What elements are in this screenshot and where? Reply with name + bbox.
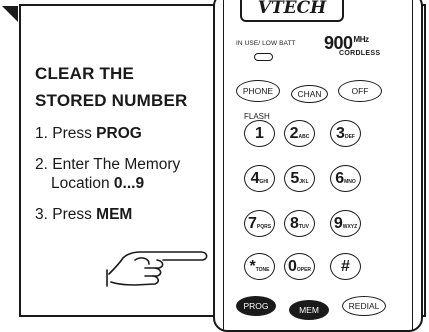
key-letters: MNO: [344, 178, 356, 185]
keypad-key[interactable]: 9 WXYZ: [330, 210, 361, 237]
keypad-key[interactable]: #: [330, 253, 361, 280]
key-letters: ABC: [298, 133, 310, 140]
key-digit: 8: [290, 214, 299, 232]
off-button-label: OFF: [351, 86, 369, 96]
keypad-key[interactable]: 1: [244, 120, 275, 147]
phone-button-label: PHONE: [242, 86, 274, 96]
model-unit: MHz: [353, 35, 369, 44]
mem-button[interactable]: MEM: [289, 300, 329, 320]
heading-line-2: STORED NUMBER: [35, 91, 188, 110]
key-letters: TUV: [298, 223, 309, 230]
step-3-key: MEM: [96, 206, 133, 223]
key-digit: 9: [333, 214, 343, 232]
key-digit: 6: [335, 169, 345, 187]
step-2-location-label: Location: [51, 175, 114, 192]
keypad-key[interactable]: 6 MNO: [330, 165, 361, 192]
chan-button[interactable]: CHAN: [291, 85, 328, 103]
steps-list: 1. Press PROG 2. Enter The Memory Locati…: [35, 124, 215, 224]
step-2-continued: Location 0...9: [35, 174, 215, 193]
key-digit: 2: [289, 124, 299, 142]
key-letters: WXYZ: [342, 223, 358, 230]
keypad-key[interactable]: 0 OPER: [284, 253, 315, 280]
prog-button[interactable]: PROG: [236, 296, 276, 316]
key-letters: JKL: [299, 178, 309, 185]
step-1-key: PROG: [96, 125, 142, 142]
keypad-key[interactable]: 2 ABC: [284, 120, 315, 147]
pointing-hand-icon: [106, 251, 208, 287]
keypad-key[interactable]: 5 JKL: [284, 165, 315, 192]
model-subtitle: CORDLESS: [339, 50, 381, 57]
key-letters: TONE: [255, 266, 270, 273]
cordless-phone: [213, 0, 423, 332]
step-2: 2. Enter The Memory Location 0...9: [35, 155, 215, 193]
in-use-label: IN USE/ LOW BATT: [236, 40, 296, 47]
phone-button[interactable]: PHONE: [236, 80, 280, 102]
heading-line-1: CLEAR THE: [35, 64, 135, 83]
key-letters: PQRS: [256, 223, 272, 230]
step-3-text: 3. Press: [35, 206, 97, 223]
status-led: [254, 53, 273, 61]
arrow-pointer-icon: [2, 6, 18, 22]
step-1-text: 1. Press: [35, 125, 97, 142]
key-letters: DEF: [344, 133, 355, 140]
key-digit: 5: [290, 169, 300, 187]
off-button[interactable]: OFF: [338, 80, 382, 102]
brand-logo: VTECH: [240, 0, 344, 22]
keypad-key[interactable]: 8 TUV: [284, 210, 315, 237]
instructions: CLEAR THE STORED NUMBER 1. Press PROG 2.…: [35, 60, 215, 236]
phone-body-edge: [223, 0, 413, 330]
key-letters: GHI: [259, 178, 269, 185]
keypad-key[interactable]: 7 PQRS: [244, 210, 275, 237]
step-2-text: 2. Enter The Memory: [35, 156, 181, 173]
step-2-value: 0...9: [113, 175, 145, 192]
key-digit: 3: [336, 124, 345, 142]
keypad-key[interactable]: 4 GHI: [244, 165, 275, 192]
keypad-key[interactable]: * TONE: [244, 253, 275, 280]
key-digit: 4: [250, 169, 260, 187]
key-digit: 0: [287, 257, 297, 275]
key-digit: #: [341, 257, 350, 275]
redial-button[interactable]: REDIAL: [342, 296, 386, 316]
keypad-key[interactable]: 3 DEF: [330, 120, 361, 147]
key-digit: 7: [247, 214, 257, 232]
key-digit: 1: [255, 124, 264, 142]
chan-button-label: CHAN: [297, 89, 322, 99]
step-1: 1. Press PROG: [35, 124, 215, 143]
step-3: 3. Press MEM: [35, 205, 215, 224]
key-letters: OPER: [296, 266, 312, 273]
